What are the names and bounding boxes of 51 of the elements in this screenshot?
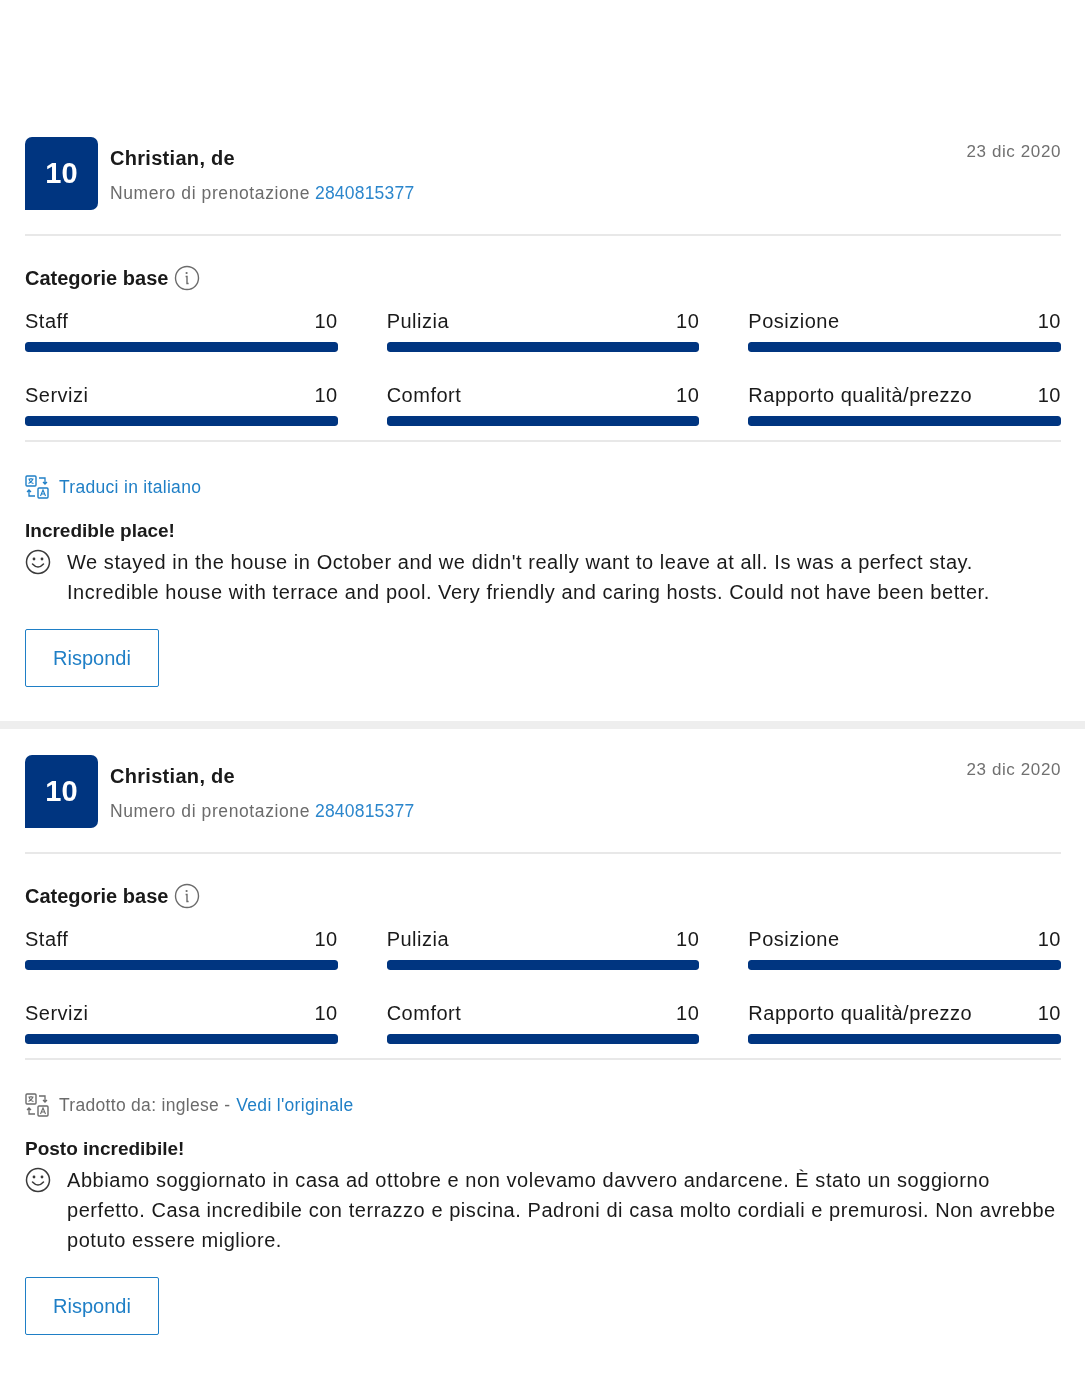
reply-button[interactable]: Rispondi xyxy=(25,1277,159,1335)
category-label: Posizione xyxy=(748,927,840,951)
smiley-icon xyxy=(25,1167,51,1193)
category-label: Servizi xyxy=(25,1001,89,1025)
reply-button[interactable]: Rispondi xyxy=(25,629,159,687)
category-score: 10 xyxy=(1037,1001,1061,1025)
translated-from-note: Tradotto da: inglese - xyxy=(59,1094,231,1116)
score-badge: 10 xyxy=(25,755,98,828)
booking-number-link[interactable]: 2840815377 xyxy=(315,182,415,204)
view-original-link[interactable]: Vedi l'originale xyxy=(236,1094,354,1116)
review-title: Incredible place! xyxy=(25,519,175,543)
category-label: Comfort xyxy=(386,1001,462,1025)
category-score: 10 xyxy=(676,309,700,333)
category-score: 10 xyxy=(314,1001,338,1025)
category-score: 10 xyxy=(1037,383,1061,407)
category-score: 10 xyxy=(1037,927,1061,951)
review-text: Abbiamo soggiornato in casa ad ottobre e non volevamo davvero andarcene. È stato un soggiorno perfetto. Casa incredibile con terrazzo e piscina. Padroni di casa molto cordiali e premurosi. Non avrebbe potuto essere migliore. xyxy=(67,1168,1057,1253)
reviewer-name: Christian, de xyxy=(110,764,236,788)
booking-number-link[interactable]: 2840815377 xyxy=(315,800,415,822)
category-score: 10 xyxy=(314,383,338,407)
categories-heading: Categorie base xyxy=(25,884,169,908)
reviewer-name: Christian, de xyxy=(110,146,236,170)
translate-icon xyxy=(25,1093,49,1117)
info-icon[interactable] xyxy=(174,883,201,909)
score-badge: 10 xyxy=(25,137,98,210)
category-score: 10 xyxy=(1037,309,1061,333)
review-date: 23 dic 2020 xyxy=(966,759,1061,780)
smiley-icon xyxy=(25,549,51,575)
category-score: 10 xyxy=(676,927,700,951)
review-title: Posto incredibile! xyxy=(25,1137,185,1161)
category-label: Staff xyxy=(25,927,69,951)
category-label: Comfort xyxy=(386,383,462,407)
translate-icon xyxy=(25,475,49,499)
category-label: Pulizia xyxy=(386,309,450,333)
review-text: We stayed in the house in October and we didn't really want to leave at all. Is was a perfect stay. Incredible house with terrace and pool. Very friendly and caring hosts. Could not have been better. xyxy=(67,550,991,605)
categories-heading: Categorie base xyxy=(25,266,169,290)
category-score: 10 xyxy=(676,1001,700,1025)
info-icon[interactable] xyxy=(174,265,201,291)
category-label: Staff xyxy=(25,309,69,333)
translate-link[interactable]: Traduci in italiano xyxy=(59,476,202,498)
review-date: 23 dic 2020 xyxy=(966,141,1061,162)
category-label: Rapporto qualità/prezzo xyxy=(748,383,973,407)
category-label: Pulizia xyxy=(386,927,450,951)
category-score: 10 xyxy=(314,927,338,951)
category-label: Servizi xyxy=(25,383,89,407)
booking-label: Numero di prenotazione xyxy=(110,182,310,204)
category-label: Posizione xyxy=(748,309,840,333)
category-label: Rapporto qualità/prezzo xyxy=(748,1001,973,1025)
category-score: 10 xyxy=(314,309,338,333)
booking-label: Numero di prenotazione xyxy=(110,800,310,822)
category-score: 10 xyxy=(676,383,700,407)
